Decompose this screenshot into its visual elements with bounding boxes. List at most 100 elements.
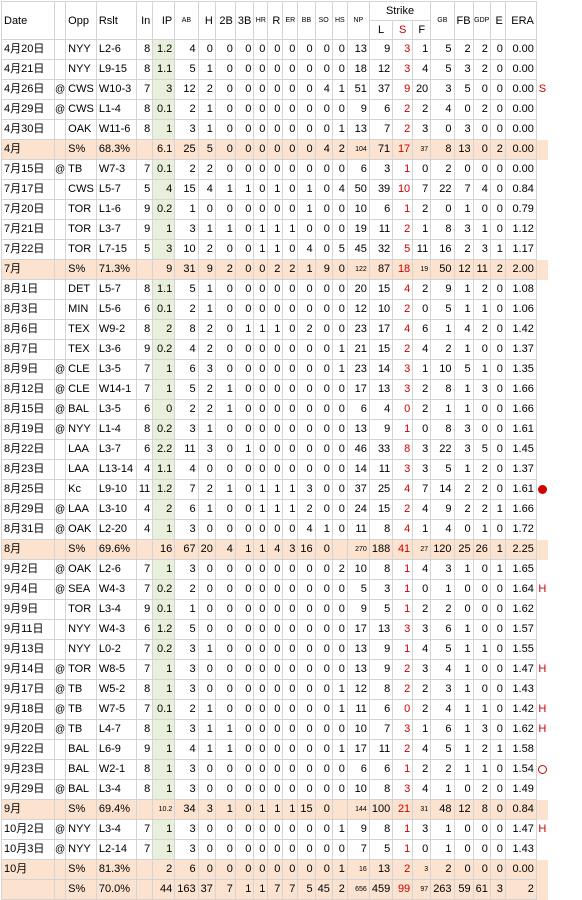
cell-e: 0	[489, 119, 506, 140]
cell-so: 0	[314, 179, 333, 200]
cell-np: 13	[346, 119, 370, 140]
cell-np: 20	[346, 279, 370, 300]
cell-f: 19	[412, 259, 432, 280]
cell-inn	[135, 139, 154, 160]
cell-hr: 0	[253, 859, 269, 880]
cell-era: 1.42	[504, 699, 537, 720]
cell-fb: 1	[453, 299, 474, 320]
cell-bb: 0	[297, 719, 316, 740]
cell-b2: 0	[214, 779, 236, 800]
cell-at	[53, 279, 67, 300]
cell-r: 0	[267, 379, 284, 400]
cell-fb: 1	[453, 459, 474, 480]
cell-fb: 1	[453, 679, 474, 700]
cell-bb: 0	[297, 59, 316, 80]
cell-era: 1.62	[504, 719, 537, 740]
cell-f: 2	[412, 279, 432, 300]
cell-date: 9月18日	[1, 699, 55, 720]
result-mark	[536, 780, 548, 800]
cell-hs: 4	[331, 179, 348, 200]
cell-l: 6	[368, 759, 394, 780]
cell-b2: 0	[214, 139, 236, 160]
cell-so: 0	[314, 379, 333, 400]
cell-so: 0	[314, 659, 333, 680]
cell-s: 8	[392, 439, 414, 460]
cell-inn: 8	[135, 59, 154, 80]
cell-so: 0	[314, 719, 333, 740]
cell-hr: 0	[253, 679, 269, 700]
cell-b3: 0	[234, 499, 255, 520]
cell-date: 8月19日	[1, 419, 55, 440]
cell-s: 21	[392, 799, 414, 820]
cell-rslt: L9-10	[95, 479, 137, 500]
cell-hr: 0	[253, 119, 269, 140]
cell-s: 4	[392, 279, 414, 300]
cell-rslt: L3-4	[95, 819, 137, 840]
cell-b2: 0	[214, 859, 236, 880]
cell-inn: 8	[135, 719, 154, 740]
cell-inn: 8	[135, 119, 154, 140]
cell-gb: 8	[430, 139, 455, 160]
cell-b2: 0	[214, 599, 236, 620]
cell-hs: 0	[331, 759, 348, 780]
cell-rslt: L4-7	[95, 719, 137, 740]
summary-row: 9月 S% 69.4% 10.2 34 3 1 0 1 1 1 15 0 144 100 21 31 48 12 8 0…	[1, 799, 548, 820]
cell-inn: 6	[135, 619, 154, 640]
cell-so: 0	[314, 779, 333, 800]
cell-b3: 0	[234, 639, 255, 660]
cell-er: 0	[282, 79, 299, 100]
cell-e: 2	[489, 139, 506, 160]
cell-opp: SEA	[65, 579, 97, 600]
table-row: 8月25日 Kc L9-10 11 1.2 7 2 1 0 1 1 1 3 0 0 37 25 4 7 14 2 2 0 1.…	[1, 479, 548, 500]
cell-l: 8	[368, 519, 394, 540]
result-mark	[536, 500, 548, 520]
cell-np: 9	[346, 99, 370, 120]
cell-gb: 50	[430, 259, 455, 280]
cell-b3: 0	[234, 239, 255, 260]
cell-ip: 0.1	[152, 159, 176, 180]
cell-opp: NYY	[65, 39, 97, 60]
cell-e: 0	[489, 399, 506, 420]
cell-er: 1	[282, 499, 299, 520]
cell-b2: 0	[214, 159, 236, 180]
result-mark	[536, 460, 548, 480]
cell-hs: 0	[331, 259, 348, 280]
cell-so: 0	[314, 799, 333, 820]
cell-fb: 1	[453, 759, 474, 780]
cell-b2: 1	[214, 739, 236, 760]
cell-er: 0	[282, 699, 299, 720]
cell-ip: 16	[152, 539, 176, 560]
cell-at: @	[53, 579, 67, 600]
cell-fb: 25	[453, 539, 474, 560]
cell-rslt: L5-6	[95, 299, 137, 320]
cell-hs	[331, 799, 348, 820]
cell-np: 11	[346, 519, 370, 540]
cell-opp: BAL	[65, 779, 97, 800]
cell-s: 2	[392, 99, 414, 120]
cell-date: 9月20日	[1, 719, 55, 740]
cell-r: 0	[267, 839, 284, 860]
cell-b2: 0	[214, 559, 236, 580]
cell-fb: 1	[453, 639, 474, 660]
cell-rslt: L3-4	[95, 779, 137, 800]
cell-f: 0	[412, 299, 432, 320]
cell-b2: 0	[214, 99, 236, 120]
cell-gb: 1	[430, 779, 455, 800]
cell-bb: 3	[297, 479, 316, 500]
cell-ab: 5	[174, 279, 199, 300]
cell-hs: 1	[331, 699, 348, 720]
cell-gdp: 0	[472, 419, 491, 440]
table-row: 10月3日 @ NYY L2-14 7 1 3 0 0 0 0 0 0 0 0 0 7 5 1 0 1 0 0 0 1.43	[1, 839, 548, 860]
cell-b2: 0	[214, 579, 236, 600]
cell-e: 2	[489, 259, 506, 280]
cell-np: 17	[346, 619, 370, 640]
cell-l: 10	[368, 299, 394, 320]
cell-hs: 1	[331, 119, 348, 140]
cell-ip: 0.2	[152, 339, 176, 360]
cell-fb: 1	[453, 719, 474, 740]
cell-fb: 7	[453, 179, 474, 200]
cell-r: 0	[267, 719, 284, 740]
cell-np: 10	[346, 779, 370, 800]
cell-so: 0	[314, 619, 333, 640]
cell-f: 2	[412, 99, 432, 120]
